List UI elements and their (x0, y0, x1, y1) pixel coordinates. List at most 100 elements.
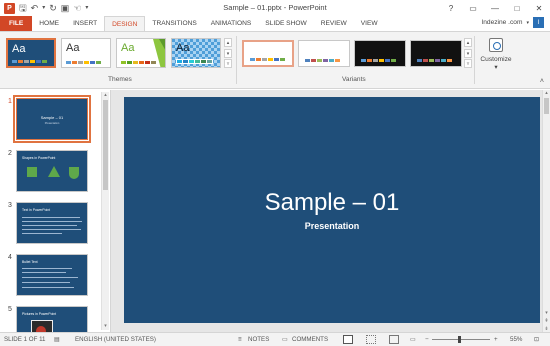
ribbon-display-options-button[interactable]: ▭ (462, 0, 484, 16)
theme-aa-label: Aa (121, 42, 135, 54)
title-bar: P 🖫 ↶ ▾ ↻ ▣ ☜ ▾ Sample – 01.pptx - Power… (0, 0, 550, 16)
variant-thumbnail-2[interactable] (298, 40, 350, 67)
thumbnail-number: 2 (8, 150, 12, 157)
slide-thumbnail-3[interactable]: Text in PowerPoint (16, 202, 88, 244)
comments-icon[interactable]: ▭ (282, 336, 288, 343)
tab-review[interactable]: REVIEW (314, 16, 354, 31)
close-button[interactable]: ✕ (528, 0, 550, 16)
notes-icon[interactable]: ≡ (238, 336, 242, 343)
previous-slide-icon[interactable]: ⇞ (543, 318, 550, 324)
account-area[interactable]: Indezine .com ▾ I (481, 17, 544, 28)
variant-color-swatches (361, 59, 396, 62)
editor-scrollbar[interactable]: ▴ ▾ ⇞ ⇟ (542, 90, 550, 332)
scroll-down-icon[interactable]: ▾ (102, 323, 109, 330)
gallery-more-icon[interactable]: ▿ (464, 59, 472, 68)
scroll-up-icon[interactable]: ▴ (102, 92, 109, 99)
slide-sorter-view-icon[interactable] (366, 335, 376, 344)
theme-thumbnail-3[interactable]: Aa (116, 38, 166, 68)
gallery-down-icon[interactable]: ▾ (464, 48, 472, 58)
variant-color-swatches (417, 59, 452, 62)
slide-thumbnail-4[interactable]: Bullet Text (16, 254, 88, 296)
variant-thumbnail-1[interactable] (242, 40, 294, 67)
thumbnail-number: 3 (8, 202, 12, 209)
reading-view-icon[interactable] (389, 335, 399, 344)
customize-dropdown-icon: ▾ (494, 64, 498, 71)
window-controls: ? ▭ — □ ✕ (440, 0, 550, 16)
variant-thumbnail-3[interactable] (354, 40, 406, 67)
normal-view-icon[interactable] (343, 335, 353, 344)
tab-file[interactable]: FILE (0, 16, 33, 31)
thumbnail-shapes-graphic (27, 166, 79, 179)
thumbnail-text-line (22, 282, 70, 283)
help-button[interactable]: ? (440, 0, 462, 16)
minimize-button[interactable]: — (484, 0, 506, 16)
thumbnail-title: Sample – 01 (40, 115, 64, 120)
zoom-out-button[interactable]: − (425, 336, 429, 343)
slide-show-view-icon[interactable]: ▭ (410, 336, 416, 343)
scrollbar-thumb[interactable] (544, 98, 549, 114)
maximize-button[interactable]: □ (506, 0, 528, 16)
theme-thumbnail-4[interactable]: Aa (171, 38, 221, 68)
theme-thumbnail-1[interactable]: Aa (6, 38, 56, 68)
zoom-slider[interactable] (432, 339, 490, 340)
zoom-level[interactable]: 55% (510, 336, 522, 343)
gallery-down-icon[interactable]: ▾ (224, 48, 232, 58)
slide-thumbnail-1[interactable]: Sample – 01 Presentation (13, 95, 91, 143)
zoom-in-button[interactable]: + (494, 336, 498, 343)
tab-home[interactable]: HOME (32, 16, 66, 31)
language-indicator[interactable]: ENGLISH (UNITED STATES) (75, 336, 156, 343)
tab-animations[interactable]: ANIMATIONS (204, 16, 259, 31)
fit-slide-icon[interactable]: ⊡ (534, 336, 539, 343)
undo-dropdown-icon[interactable]: ▾ (42, 5, 45, 11)
notes-button[interactable]: NOTES (248, 336, 269, 343)
group-separator (236, 36, 237, 84)
gallery-more-icon[interactable]: ▿ (224, 59, 232, 68)
theme-color-swatches (66, 61, 101, 64)
tab-transitions[interactable]: TRANSITIONS (145, 16, 203, 31)
spelling-check-icon[interactable]: ▤ (54, 336, 60, 343)
group-label-variants: Variants (342, 76, 366, 83)
variants-gallery-scroll: ▴ ▾ ▿ (464, 38, 472, 68)
tab-insert[interactable]: INSERT (66, 16, 104, 31)
scroll-up-icon[interactable]: ▴ (543, 90, 550, 96)
gallery-up-icon[interactable]: ▴ (464, 38, 472, 47)
tab-design[interactable]: DESIGN (104, 16, 146, 31)
touch-mode-icon[interactable]: ☜ (73, 3, 81, 13)
variant-thumbnail-4[interactable] (410, 40, 462, 67)
comments-button[interactable]: COMMENTS (292, 336, 328, 343)
thumbnails-scrollbar[interactable]: ▴ ▾ (101, 92, 109, 330)
thumbnail-text-line (22, 287, 74, 288)
theme-aa-label: Aa (66, 42, 80, 54)
redo-icon[interactable]: ↻ (49, 3, 57, 13)
tab-view[interactable]: VIEW (354, 16, 385, 31)
account-dropdown-icon[interactable]: ▾ (526, 20, 529, 26)
slide-thumbnail-5[interactable]: Pictures in PowerPoint (16, 306, 88, 332)
avatar[interactable]: I (533, 17, 544, 28)
slide-subtitle[interactable]: Presentation (124, 221, 540, 231)
thumbnail-picture (31, 320, 53, 332)
ribbon-tabs: FILE HOME INSERT DESIGN TRANSITIONS ANIM… (0, 16, 550, 31)
theme-thumbnail-2[interactable]: Aa (61, 38, 111, 68)
zoom-slider-handle[interactable] (458, 336, 461, 343)
scrollbar-thumb[interactable] (103, 100, 108, 190)
customize-label: Customize (480, 56, 512, 63)
gallery-up-icon[interactable]: ▴ (224, 38, 232, 47)
variant-color-swatches (305, 59, 340, 62)
slide-thumbnail-2[interactable]: Shapes in PowerPoint (16, 150, 88, 192)
theme-color-swatches (12, 60, 47, 63)
undo-icon[interactable]: ↶ (31, 3, 39, 13)
start-slideshow-icon[interactable]: ▣ (61, 3, 70, 13)
slide-thumbnails-pane: 1 Sample – 01 Presentation 2 Shapes in P… (0, 90, 110, 332)
current-slide[interactable]: Sample – 01 Presentation (124, 97, 540, 323)
scroll-down-icon[interactable]: ▾ (543, 310, 550, 316)
group-label-themes: Themes (108, 76, 132, 83)
tab-slide-show[interactable]: SLIDE SHOW (258, 16, 313, 31)
customize-qat-icon[interactable]: ▾ (85, 5, 88, 11)
powerpoint-app-icon[interactable]: P (4, 2, 15, 14)
customize-button[interactable]: Customize ▾ (476, 36, 516, 74)
slide-size-icon (489, 38, 503, 52)
collapse-ribbon-icon[interactable]: ˄ (540, 78, 544, 85)
account-name[interactable]: Indezine .com (481, 19, 522, 26)
slide-title[interactable]: Sample – 01 (124, 189, 540, 217)
save-icon[interactable]: 🖫 (19, 3, 27, 13)
